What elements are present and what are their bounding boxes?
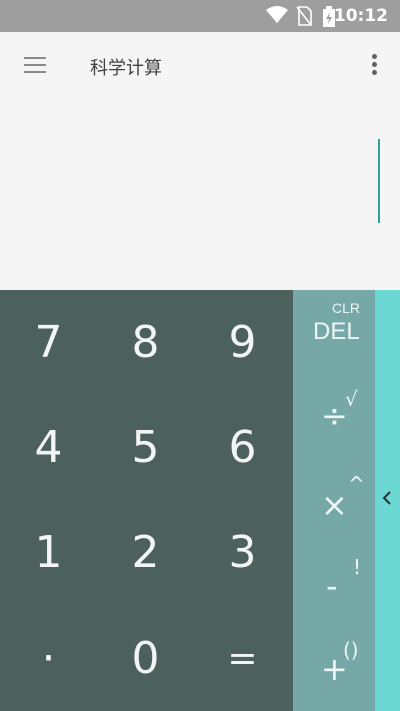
number-pad: 7 8 9 4 5 6 1 2 3 · 0 =	[0, 290, 293, 711]
key-8[interactable]: 8	[97, 290, 194, 395]
status-time: 10:12	[333, 6, 388, 26]
no-sim-icon	[296, 6, 312, 26]
advanced-panel-handle[interactable]	[375, 290, 400, 711]
chevron-left-icon[interactable]	[381, 490, 393, 506]
text-cursor	[378, 139, 380, 223]
multiply-key[interactable]: × ^	[293, 460, 375, 540]
divide-label: ÷	[321, 397, 348, 435]
key-5[interactable]: 5	[97, 395, 194, 500]
divide-key[interactable]: ÷ √	[293, 375, 375, 455]
wifi-icon	[266, 6, 288, 23]
key-7[interactable]: 7	[0, 290, 97, 395]
power-label: ^	[348, 472, 365, 496]
key-2[interactable]: 2	[97, 500, 194, 605]
key-3[interactable]: 3	[194, 500, 291, 605]
status-bar: 10:12	[0, 0, 400, 32]
menu-icon[interactable]	[24, 57, 46, 75]
factorial-label: !	[353, 555, 362, 579]
more-vert-icon[interactable]	[370, 54, 378, 80]
plus-key[interactable]: + ()	[293, 630, 375, 711]
operator-pad: CLR DEL ÷ √ × ^ - ! + ()	[293, 290, 375, 711]
key-0[interactable]: 0	[97, 606, 194, 711]
sqrt-label: √	[345, 387, 358, 411]
display-area[interactable]	[0, 102, 400, 290]
key-decimal[interactable]: ·	[0, 606, 97, 711]
key-6[interactable]: 6	[194, 395, 291, 500]
key-4[interactable]: 4	[0, 395, 97, 500]
key-9[interactable]: 9	[194, 290, 291, 395]
minus-key[interactable]: - !	[293, 545, 375, 625]
parentheses-label: ()	[343, 638, 359, 662]
minus-label: -	[326, 567, 338, 605]
key-equals[interactable]: =	[194, 606, 291, 711]
page-title: 科学计算	[90, 58, 162, 79]
key-1[interactable]: 1	[0, 500, 97, 605]
delete-button[interactable]: DEL	[313, 318, 360, 346]
toolbar: 科学计算	[0, 32, 400, 102]
clear-button[interactable]: CLR	[332, 300, 360, 316]
multiply-label: ×	[321, 486, 348, 524]
